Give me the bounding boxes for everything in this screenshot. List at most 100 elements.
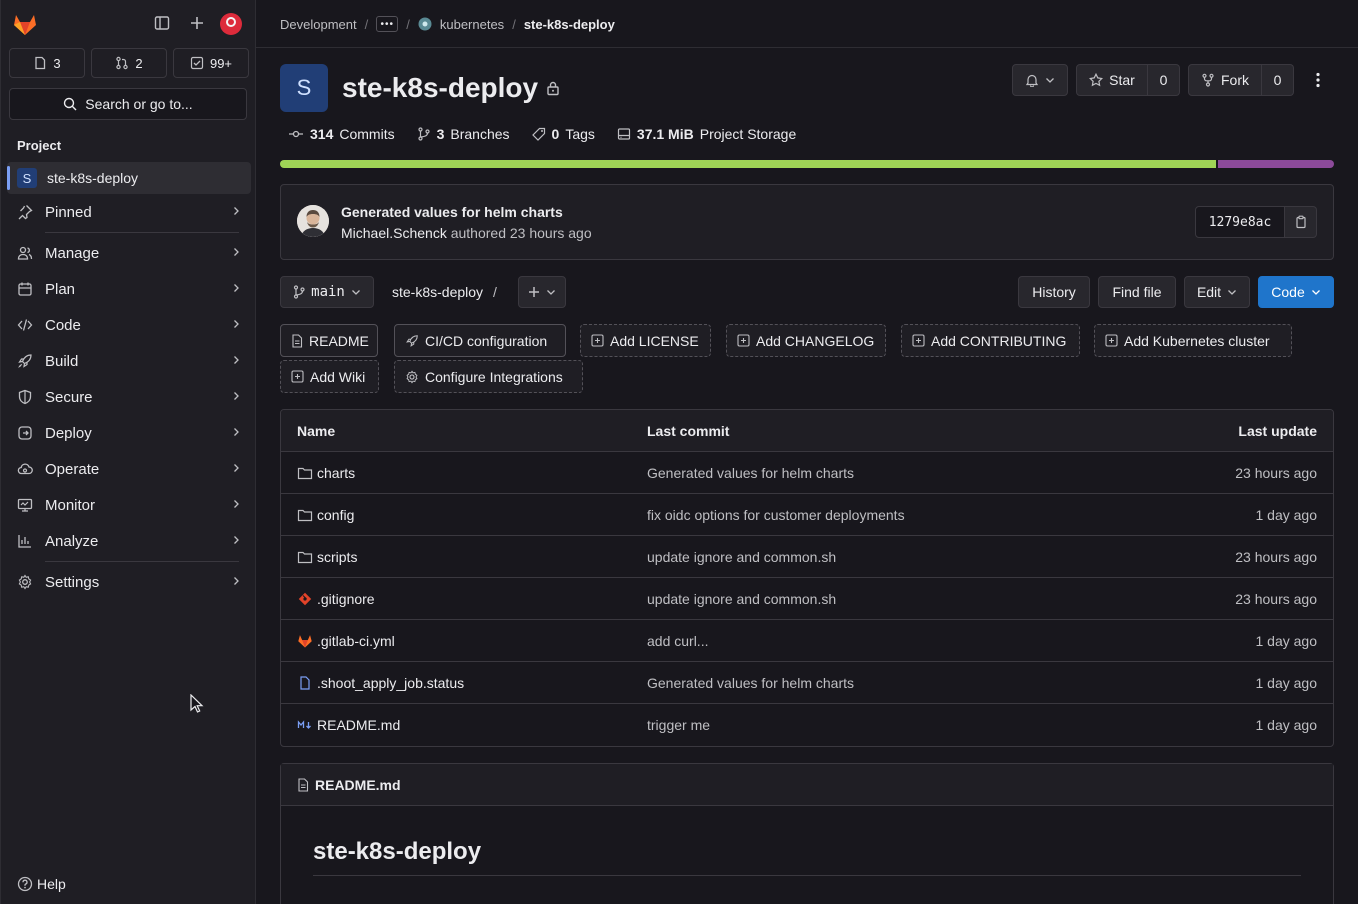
edit-button[interactable]: Edit [1184,276,1250,308]
history-button[interactable]: History [1018,276,1090,308]
sidebar-item-settings[interactable]: Settings [7,565,251,599]
table-row[interactable]: .gitlab-ci.yml add curl... 1 day ago [281,620,1333,662]
commit-title[interactable]: Generated values for helm charts [341,204,563,220]
breadcrumb-group[interactable]: Development [280,17,357,32]
fork-count[interactable]: 0 [1262,64,1294,96]
add-kubernetes-cluster-shortcut[interactable]: Add Kubernetes cluster [1094,324,1292,357]
file-name-cell[interactable]: .gitignore [297,591,375,607]
sidebar-item-pinned[interactable]: Pinned [7,195,251,229]
add-wiki-shortcut[interactable]: Add Wiki [280,360,379,393]
chevron-down-icon [1045,75,1055,85]
file-name-cell[interactable]: README.md [297,717,400,733]
add-license-shortcut[interactable]: Add LICENSE [580,324,711,357]
sidebar-item-code[interactable]: Code [7,308,251,342]
file-last-commit[interactable]: update ignore and common.sh [647,549,836,565]
sidebar-item-operate[interactable]: Operate [7,452,251,486]
user-avatar[interactable] [219,12,243,36]
sidebar-item-manage[interactable]: Manage [7,236,251,270]
file-name-cell[interactable]: config [297,507,354,523]
rocket-icon [17,353,33,369]
star-button[interactable]: Star [1076,64,1148,96]
language-segment[interactable] [1218,160,1334,168]
file-last-commit[interactable]: Generated values for helm charts [647,675,854,691]
sidebar-item-monitor[interactable]: Monitor [7,488,251,522]
readme-filename[interactable]: README.md [315,777,401,793]
author-avatar[interactable] [297,205,329,237]
find-file-button[interactable]: Find file [1098,276,1176,308]
help-button[interactable]: Help [17,876,66,892]
add-to-tree-button[interactable] [518,276,566,308]
file-name[interactable]: charts [317,465,355,481]
add-changelog-shortcut[interactable]: Add CHANGELOG [726,324,886,357]
issues-count-button[interactable]: 3 [9,48,85,78]
language-segment[interactable] [280,160,1217,168]
branches-stat[interactable]: 3 Branches [417,126,510,142]
table-row[interactable]: .shoot_apply_job.status Generated values… [281,662,1333,704]
todos-count-button[interactable]: 99+ [173,48,249,78]
sidebar-item-build[interactable]: Build [7,344,251,378]
sidebar-item-plan[interactable]: Plan [7,272,251,306]
notifications-button[interactable] [1012,64,1068,96]
file-name-cell[interactable]: charts [297,465,355,481]
readme-shortcut[interactable]: README [280,324,378,357]
sidebar-divider [45,561,239,562]
more-actions-button[interactable] [1302,64,1334,96]
pin-icon [17,204,33,220]
table-row[interactable]: README.md trigger me 1 day ago [281,704,1333,746]
file-name[interactable]: config [317,507,354,523]
file-last-commit[interactable]: Generated values for helm charts [647,465,854,481]
search-button[interactable]: Search or go to... [9,88,247,120]
table-row[interactable]: scripts update ignore and common.sh 23 h… [281,536,1333,578]
merge-requests-count-button[interactable]: 2 [91,48,167,78]
configure-integrations-shortcut[interactable]: Configure Integrations [394,360,583,393]
fork-icon [1201,73,1215,87]
breadcrumb-more-button[interactable]: ••• [376,16,399,32]
file-name[interactable]: .gitignore [317,591,375,607]
commits-stat[interactable]: 314 Commits [288,126,395,142]
repo-path-root[interactable]: ste-k8s-deploy [392,284,483,300]
file-name-cell[interactable]: .shoot_apply_job.status [297,675,464,691]
calendar-icon [17,281,33,297]
repository-language-bar[interactable] [280,160,1334,168]
chip-label: Add Kubernetes cluster [1124,332,1270,349]
file-name[interactable]: README.md [317,717,400,733]
table-row[interactable]: charts Generated values for helm charts … [281,452,1333,494]
commit-icon [288,127,304,141]
file-name-cell[interactable]: .gitlab-ci.yml [297,633,395,649]
sidebar-toggle-icon[interactable] [154,15,170,31]
breadcrumb-current[interactable]: ste-k8s-deploy [524,17,615,32]
file-name[interactable]: .gitlab-ci.yml [317,633,395,649]
gitlab-logo-icon[interactable] [11,10,39,38]
table-row[interactable]: .gitignore update ignore and common.sh 2… [281,578,1333,620]
code-button[interactable]: Code [1258,276,1334,308]
breadcrumb-separator: / [406,16,410,32]
tags-stat[interactable]: 0 Tags [531,126,595,142]
sidebar-item-secure[interactable]: Secure [7,380,251,414]
commit-author[interactable]: Michael.Schenck [341,225,447,241]
cicd-shortcut[interactable]: CI/CD configuration [394,324,566,357]
breadcrumb-subgroup[interactable]: kubernetes [440,17,504,32]
sidebar-item-analyze[interactable]: Analyze [7,524,251,558]
sidebar-item-project[interactable]: S ste-k8s-deploy [7,162,251,194]
add-contributing-shortcut[interactable]: Add CONTRIBUTING [901,324,1080,357]
commit-sha[interactable]: 1279e8ac [1195,206,1285,238]
sidebar-item-label: Operate [45,460,100,478]
table-row[interactable]: config fix oidc options for customer dep… [281,494,1333,536]
file-name-cell[interactable]: scripts [297,549,357,565]
copy-sha-button[interactable] [1285,206,1317,238]
star-count[interactable]: 0 [1148,64,1180,96]
sidebar-top-bar [9,8,249,40]
file-name[interactable]: .shoot_apply_job.status [317,675,464,691]
code-icon [17,317,33,333]
create-new-icon[interactable] [189,15,205,31]
file-last-commit[interactable]: update ignore and common.sh [647,591,836,607]
chip-label: Add CHANGELOG [756,332,875,349]
file-name[interactable]: scripts [317,549,357,565]
storage-stat[interactable]: 37.1 MiB Project Storage [617,126,796,142]
file-last-commit[interactable]: add curl... [647,633,708,649]
file-last-commit[interactable]: trigger me [647,717,710,733]
branch-selector[interactable]: main [280,276,374,308]
sidebar-item-deploy[interactable]: Deploy [7,416,251,450]
file-last-commit[interactable]: fix oidc options for customer deployment… [647,507,905,523]
fork-button[interactable]: Fork [1188,64,1262,96]
